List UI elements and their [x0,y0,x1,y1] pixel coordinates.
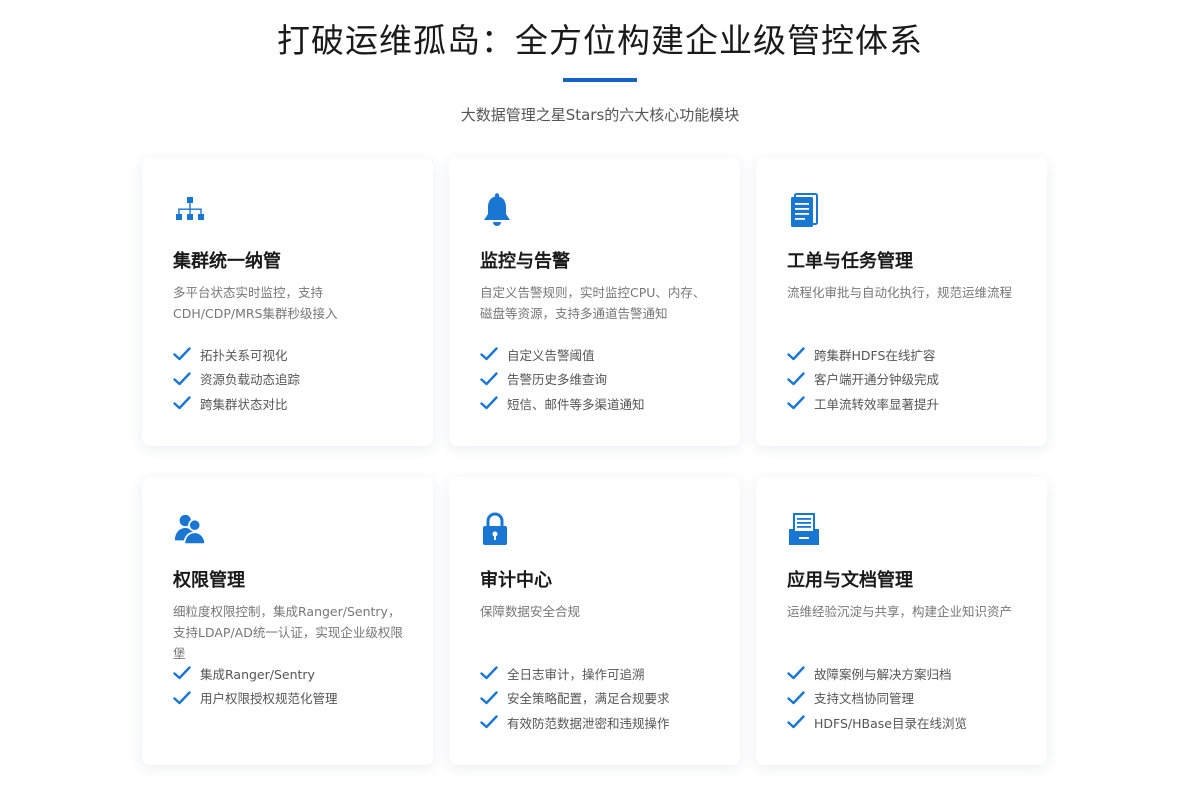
card-description: 多平台状态实时监控，支持CDH/CDP/MRS集群秒级接入 [173,285,338,321]
hierarchy-icon [173,190,207,230]
check-icon [480,666,498,680]
card-app-document-management: 应用与文档管理 运维经验沉淀与共享，构建企业知识资产 故障案例与解决方案归档 支… [756,477,1047,765]
title-underline [563,78,637,82]
card-description: 自定义告警规则，实时监控CPU、内存、磁盘等资源，支持多通道告警通知 [480,285,706,321]
card-audit-center: 审计中心 保障数据安全合规 全日志审计，操作可追溯 安全策略配置，满足合规要求 … [449,477,740,765]
users-icon [173,509,207,549]
feature-item: 资源负载动态追踪 [173,367,403,392]
archive-icon [787,509,821,549]
feature-label: 拓扑关系可视化 [200,347,288,363]
check-icon [173,372,191,385]
check-icon [480,347,498,361]
card-title: 应用与文档管理 [787,570,913,591]
card-ticket-management: 工单与任务管理 流程化审批与自动化执行，规范运维流程 跨集群HDFS在线扩容 客… [756,158,1047,446]
check-icon [787,347,805,361]
card-description: 细粒度权限控制，集成Ranger/Sentry，支持LDAP/AD统一认证，实现… [173,604,403,661]
feature-item: 用户权限授权规范化管理 [173,686,403,711]
feature-label: HDFS/HBase目录在线浏览 [814,715,967,731]
card-cluster-management: 集群统一纳管 多平台状态实时监控，支持CDH/CDP/MRS集群秒级接入 拓扑关… [142,158,433,446]
feature-list: 自定义告警阈值 告警历史多维查询 短信、邮件等多渠道通知 [480,342,710,416]
feature-label: 全日志审计，操作可追溯 [507,666,645,682]
feature-label: 自定义告警阈值 [507,347,595,363]
feature-label: 告警历史多维查询 [507,372,608,388]
check-icon [173,691,191,704]
feature-label: 客户端开通分钟级完成 [814,372,940,388]
feature-label: 故障案例与解决方案归档 [814,666,952,682]
feature-item: 跨集群HDFS在线扩容 [787,342,1017,367]
lock-icon [480,509,514,549]
feature-item: 集成Ranger/Sentry [173,661,403,686]
feature-list: 全日志审计，操作可追溯 安全策略配置，满足合规要求 有效防范数据泄密和违规操作 [480,661,710,735]
feature-item: 安全策略配置，满足合规要求 [480,686,710,711]
feature-item: 自定义告警阈值 [480,342,710,367]
check-icon [480,372,498,385]
feature-item: 故障案例与解决方案归档 [787,661,1017,686]
feature-item: 客户端开通分钟级完成 [787,367,1017,392]
feature-item: 拓扑关系可视化 [173,342,403,367]
feature-label: 用户权限授权规范化管理 [200,691,338,707]
card-description: 流程化审批与自动化执行，规范运维流程 [787,285,1013,300]
feature-item: 支持文档协同管理 [787,686,1017,711]
feature-list: 集成Ranger/Sentry 用户权限授权规范化管理 [173,661,403,710]
card-title: 监控与告警 [480,251,570,272]
check-icon [787,715,805,729]
card-description: 保障数据安全合规 [480,604,581,619]
check-icon [173,396,191,410]
check-icon [787,691,805,704]
document-icon [787,190,821,230]
card-title: 审计中心 [480,570,552,591]
feature-item: 短信、邮件等多渠道通知 [480,391,710,416]
feature-item: 全日志审计，操作可追溯 [480,661,710,686]
feature-item: 告警历史多维查询 [480,367,710,392]
card-title: 集群统一纳管 [173,251,281,272]
card-permission-management: 权限管理 细粒度权限控制，集成Ranger/Sentry，支持LDAP/AD统一… [142,477,433,765]
feature-item: 工单流转效率显著提升 [787,391,1017,416]
check-icon [480,715,498,729]
feature-label: 跨集群HDFS在线扩容 [814,347,936,363]
check-icon [173,666,191,680]
feature-label: 支持文档协同管理 [814,691,915,707]
feature-label: 短信、邮件等多渠道通知 [507,396,645,412]
check-icon [787,666,805,680]
feature-label: 跨集群状态对比 [200,396,288,412]
page-header: 打破运维孤岛：全方位构建企业级管控体系 大数据管理之星Stars的六大核心功能模… [0,0,1200,125]
check-icon [787,372,805,385]
page-subtitle: 大数据管理之星Stars的六大核心功能模块 [460,106,740,124]
check-icon [173,347,191,361]
feature-list: 跨集群HDFS在线扩容 客户端开通分钟级完成 工单流转效率显著提升 [787,342,1017,416]
feature-label: 工单流转效率显著提升 [814,396,940,412]
feature-label: 资源负载动态追踪 [200,372,301,388]
card-description: 运维经验沉淀与共享，构建企业知识资产 [787,604,1013,619]
feature-item: 有效防范数据泄密和违规操作 [480,710,710,735]
card-title: 权限管理 [173,570,245,591]
feature-label: 安全策略配置，满足合规要求 [507,691,670,707]
check-icon [480,691,498,704]
page-title: 打破运维孤岛：全方位构建企业级管控体系 [277,21,923,60]
feature-label: 有效防范数据泄密和违规操作 [507,715,670,731]
check-icon [787,396,805,410]
card-monitoring-alerts: 监控与告警 自定义告警规则，实时监控CPU、内存、磁盘等资源，支持多通道告警通知… [449,158,740,446]
feature-item: 跨集群状态对比 [173,391,403,416]
feature-list: 拓扑关系可视化 资源负载动态追踪 跨集群状态对比 [173,342,403,416]
feature-item: HDFS/HBase目录在线浏览 [787,710,1017,735]
feature-list: 故障案例与解决方案归档 支持文档协同管理 HDFS/HBase目录在线浏览 [787,661,1017,735]
card-title: 工单与任务管理 [787,251,913,272]
feature-label: 集成Ranger/Sentry [200,666,315,682]
bell-icon [480,190,514,230]
check-icon [480,396,498,410]
feature-grid: 集群统一纳管 多平台状态实时监控，支持CDH/CDP/MRS集群秒级接入 拓扑关… [142,158,1047,765]
